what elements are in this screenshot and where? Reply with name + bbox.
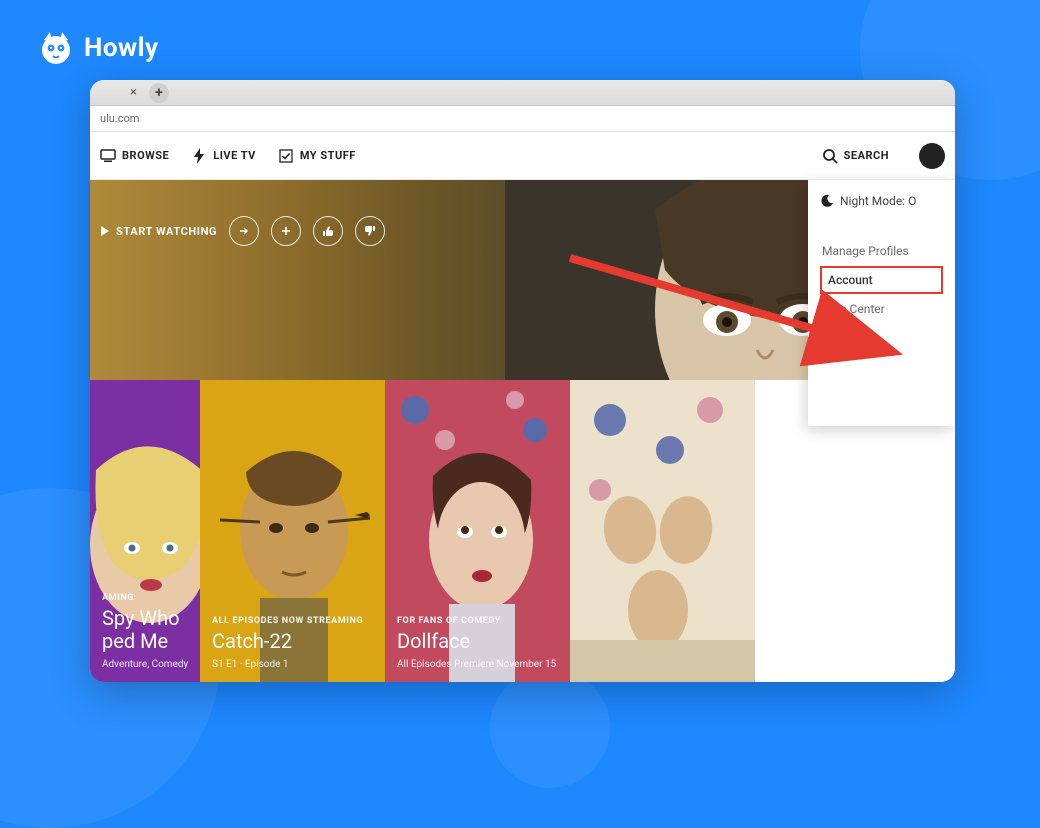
tile-tag: ALL EPISODES NOW STREAMING bbox=[212, 616, 375, 626]
like-button[interactable] bbox=[313, 216, 343, 246]
nav-my-stuff[interactable]: MY STUFF bbox=[278, 148, 356, 164]
tile-meta: S1 E1 · Episode 1 bbox=[212, 659, 375, 670]
search-icon bbox=[822, 148, 838, 164]
address-bar[interactable]: ulu.com bbox=[90, 106, 955, 132]
menu-log-out[interactable]: Log Out bbox=[820, 324, 943, 354]
tab-close-icon[interactable]: × bbox=[130, 85, 137, 100]
tile-catch-22[interactable]: ALL EPISODES NOW STREAMING Catch-22 S1 E… bbox=[200, 380, 385, 682]
thumbs-down-icon bbox=[364, 225, 376, 237]
tile-spy-who[interactable]: AMING Spy Who ped Me Adventure, Comedy bbox=[90, 380, 200, 682]
thumbs-up-icon bbox=[322, 225, 334, 237]
night-mode-toggle[interactable]: Night Mode: O bbox=[820, 194, 943, 208]
tile-dollface[interactable]: FOR FANS OF COMEDY Dollface All Episodes… bbox=[385, 380, 570, 682]
user-dropdown: Night Mode: O Manage Profiles Account He… bbox=[808, 180, 955, 426]
browser-tabstrip: × + bbox=[90, 80, 955, 106]
menu-help-center[interactable]: Help Center bbox=[820, 294, 943, 324]
next-button[interactable] bbox=[229, 216, 259, 246]
menu-account[interactable]: Account bbox=[820, 266, 943, 294]
dislike-button[interactable] bbox=[355, 216, 385, 246]
howly-logo: Howly bbox=[38, 30, 159, 66]
menu-manage-profiles[interactable]: Manage Profiles bbox=[820, 236, 943, 266]
owl-icon bbox=[38, 30, 74, 66]
nav-browse[interactable]: BROWSE bbox=[100, 148, 169, 164]
tile-title: Dollface bbox=[397, 630, 560, 653]
tile-extra[interactable] bbox=[570, 380, 755, 682]
add-button[interactable] bbox=[271, 216, 301, 246]
arrow-right-icon bbox=[238, 225, 250, 237]
start-watching-button[interactable]: START WATCHING bbox=[100, 225, 217, 238]
nav-search[interactable]: SEARCH bbox=[822, 148, 889, 164]
moon-icon bbox=[820, 194, 834, 208]
nav-live-tv[interactable]: LIVE TV bbox=[191, 148, 256, 164]
tile-tag: FOR FANS OF COMEDY bbox=[397, 616, 560, 626]
browser-window: × + ulu.com BROWSE LIVE TV MY STUFF bbox=[90, 80, 955, 682]
primary-nav: BROWSE LIVE TV MY STUFF SEARCH bbox=[90, 132, 955, 180]
bolt-icon bbox=[191, 148, 207, 164]
avatar[interactable] bbox=[919, 143, 945, 169]
logo-text: Howly bbox=[84, 33, 159, 63]
tile-tag: AMING bbox=[102, 593, 190, 603]
tile-meta: Adventure, Comedy bbox=[102, 659, 190, 670]
url-text: ulu.com bbox=[100, 112, 139, 125]
play-icon bbox=[100, 225, 110, 237]
plus-icon bbox=[280, 225, 292, 237]
new-tab-button[interactable]: + bbox=[149, 83, 169, 103]
checkbox-icon bbox=[278, 148, 294, 164]
tv-icon bbox=[100, 148, 116, 164]
tile-meta: All Episodes Premiere November 15 bbox=[397, 659, 560, 670]
tile-title: Catch-22 bbox=[212, 630, 375, 653]
tile-title: Spy Who ped Me bbox=[102, 607, 190, 653]
